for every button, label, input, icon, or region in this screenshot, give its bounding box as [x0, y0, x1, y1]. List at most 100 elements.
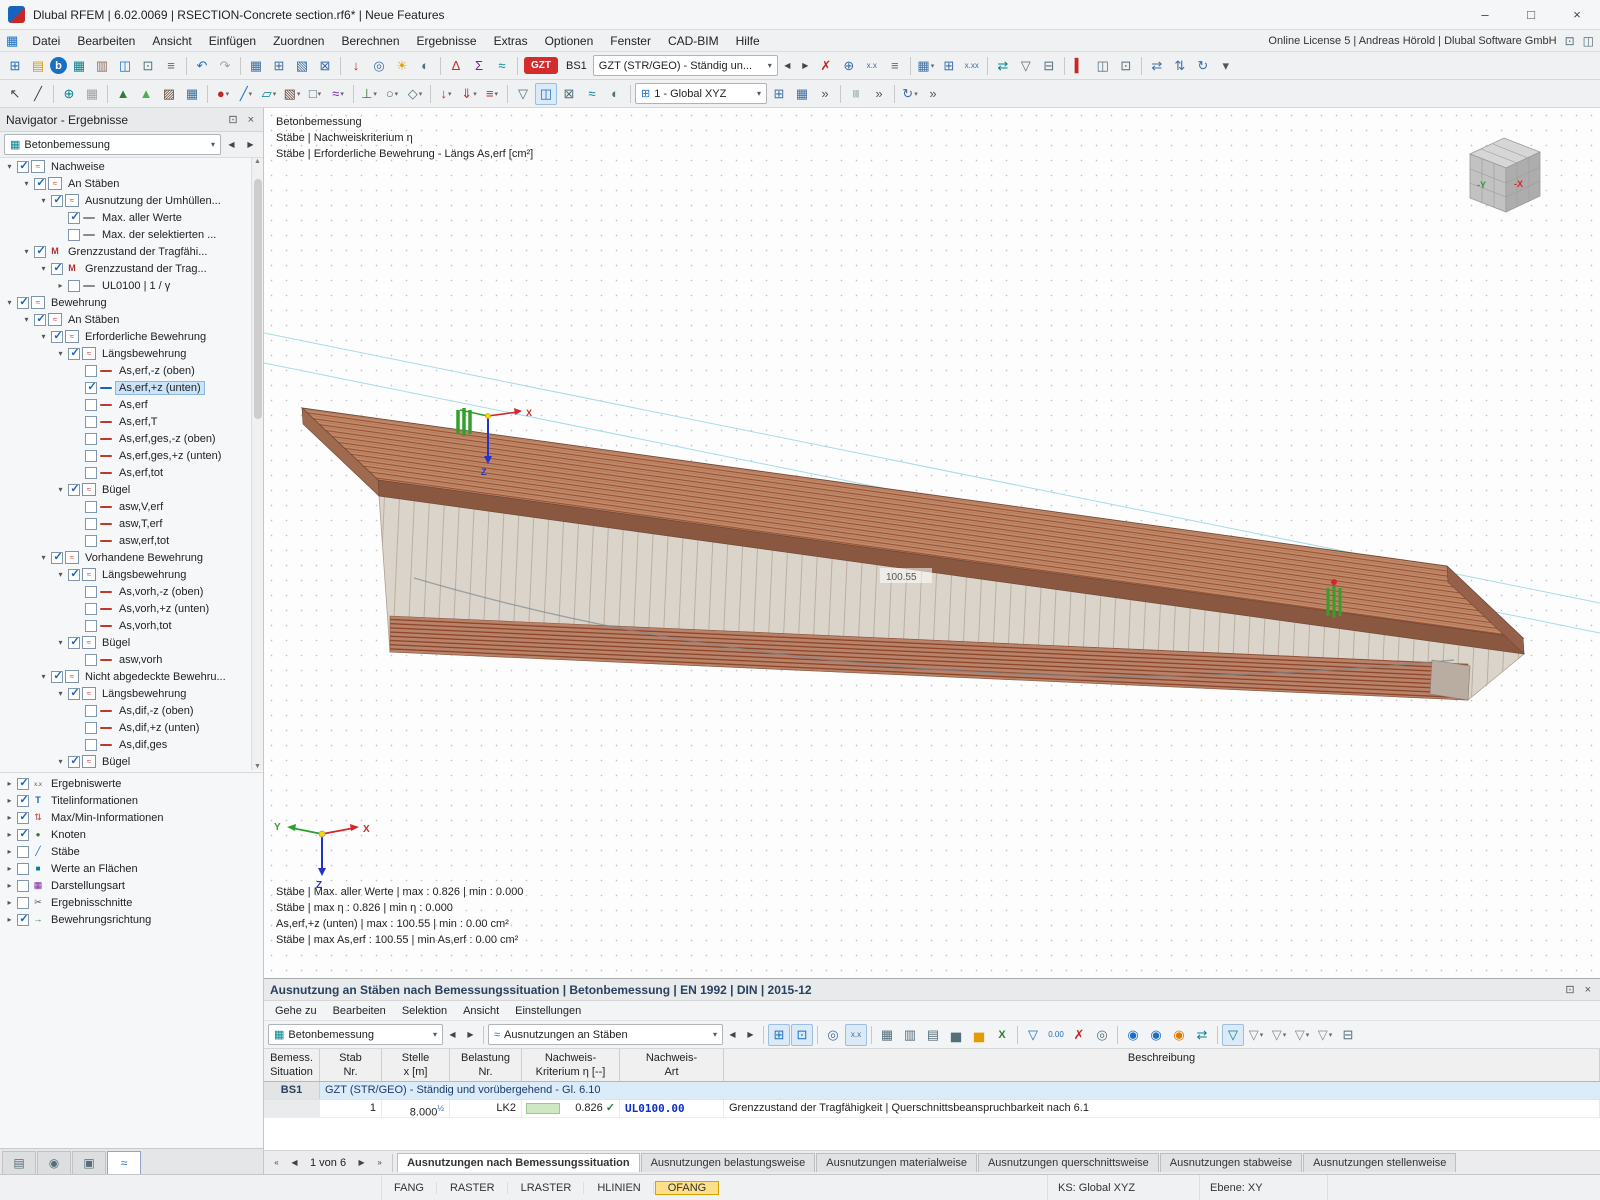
- tree-item-label[interactable]: As,dif,+z (unten): [115, 721, 203, 735]
- result-decimals-icon[interactable]: x.xx: [961, 55, 983, 77]
- panel-toggle-icon[interactable]: ⊞: [938, 55, 960, 77]
- open-model-icon[interactable]: ▤: [27, 55, 49, 77]
- checkbox[interactable]: [68, 688, 80, 700]
- checkbox[interactable]: [85, 365, 97, 377]
- menu-item[interactable]: Hilfe: [728, 32, 768, 50]
- expander-icon[interactable]: ▾: [38, 264, 49, 273]
- table-column-header[interactable]: Bemess. Situation: [264, 1049, 320, 1081]
- tree-item-label[interactable]: UL0100 | 1 / γ: [98, 279, 174, 293]
- result-category-combo[interactable]: ▦ Betonbemessung ▾: [4, 134, 221, 155]
- tables-icon[interactable]: ▦: [245, 55, 267, 77]
- dlubal-online-icon[interactable]: b: [50, 57, 67, 74]
- checkbox[interactable]: [51, 552, 63, 564]
- new-model-icon[interactable]: ⊞: [4, 55, 26, 77]
- line-load-icon[interactable]: ⇓: [458, 83, 480, 105]
- app-menu-icon[interactable]: ▦: [6, 33, 18, 49]
- more-options-icon[interactable]: ▾: [1215, 55, 1237, 77]
- tree-item-label[interactable]: As,vorh,tot: [115, 619, 176, 633]
- checkbox[interactable]: [17, 863, 29, 875]
- undo-icon[interactable]: ↶: [191, 55, 213, 77]
- section-box-icon[interactable]: ⊠: [558, 83, 580, 105]
- concrete-model[interactable]: [302, 408, 1524, 700]
- tree-item-nicht-abgedeckte-bewehrung[interactable]: ▾ Nicht abgedeckte Bewehru...: [0, 668, 263, 685]
- previous-page-button[interactable]: ◀: [286, 1154, 303, 1172]
- result-digits-icon[interactable]: x.x: [845, 1024, 867, 1046]
- edit-mode-icon[interactable]: ╱: [27, 83, 49, 105]
- views-navigator-tab[interactable]: ▣: [72, 1151, 106, 1174]
- checkbox[interactable]: [68, 569, 80, 581]
- tree-item-label[interactable]: As,erf,-z (oben): [115, 364, 199, 378]
- checkbox[interactable]: [85, 518, 97, 530]
- menu-item[interactable]: Fenster: [602, 32, 659, 50]
- first-page-button[interactable]: «: [268, 1154, 285, 1172]
- location-cell[interactable]: 8.000½: [382, 1100, 450, 1117]
- shadow-mode-icon[interactable]: ◐: [604, 83, 626, 105]
- tree-item-label[interactable]: Stäbe: [47, 845, 84, 859]
- coordinate-system-icon[interactable]: ▦: [791, 83, 813, 105]
- filter-rows-icon[interactable]: ▽: [1022, 1024, 1044, 1046]
- tree-item-ergebniswerte[interactable]: ▸ Ergebniswerte: [0, 775, 263, 792]
- expander-icon[interactable]: ▸: [4, 847, 15, 856]
- tree-item-label[interactable]: Nicht abgedeckte Bewehru...: [81, 670, 230, 684]
- tree-item-ausnutzung-der-umhuellenden[interactable]: ▾ Ausnutzung der Umhüllen...: [0, 192, 263, 209]
- member-number-cell[interactable]: 1: [320, 1100, 382, 1117]
- project-navigator-icon[interactable]: ▦: [68, 55, 90, 77]
- checkbox[interactable]: [68, 484, 80, 496]
- print-icon[interactable]: ⊡: [137, 55, 159, 77]
- new-surface-icon[interactable]: ▱: [258, 83, 280, 105]
- checkbox[interactable]: [85, 739, 97, 751]
- checkbox[interactable]: [51, 671, 63, 683]
- table-column-header[interactable]: Stelle x [m]: [382, 1049, 450, 1081]
- checkbox[interactable]: [85, 433, 97, 445]
- window-layout-icon[interactable]: ⊡: [1115, 55, 1137, 77]
- grid-icon[interactable]: ▦: [81, 83, 103, 105]
- tree-item-label[interactable]: Bewehrungsrichtung: [47, 913, 155, 927]
- table-manager-icon[interactable]: ▧: [291, 55, 313, 77]
- table-tab[interactable]: Ausnutzungen querschnittsweise: [978, 1153, 1159, 1172]
- rotate-view-icon[interactable]: ↻: [899, 83, 921, 105]
- expander-icon[interactable]: ▾: [38, 553, 49, 562]
- tree-item-as-erf-t[interactable]: As,erf,T: [0, 413, 263, 430]
- checkbox[interactable]: [85, 722, 97, 734]
- tree-item-as-vorh-minus-z[interactable]: As,vorh,-z (oben): [0, 583, 263, 600]
- expander-icon[interactable]: ▾: [4, 162, 15, 171]
- info-icon-1[interactable]: ◉: [1122, 1024, 1144, 1046]
- chart-view-icon[interactable]: ▅: [945, 1024, 967, 1046]
- checkbox[interactable]: [85, 535, 97, 547]
- expander-icon[interactable]: ▾: [38, 196, 49, 205]
- expander-icon[interactable]: ▾: [55, 349, 66, 358]
- tree-item-label[interactable]: Werte an Flächen: [47, 862, 142, 876]
- tree-item-as-dif-ges[interactable]: As,dif,ges: [0, 736, 263, 753]
- tree-item-max-min-informationen[interactable]: ▸ Max/Min-Informationen: [0, 809, 263, 826]
- expander-icon[interactable]: ▸: [4, 864, 15, 873]
- format-brush-icon[interactable]: ▍: [1069, 55, 1091, 77]
- refresh-view-icon[interactable]: ↻: [1192, 55, 1214, 77]
- terrain-icon[interactable]: ▨: [158, 83, 180, 105]
- calculate-all-icon[interactable]: Σ: [468, 55, 490, 77]
- tree-item-label[interactable]: Bügel: [98, 483, 134, 497]
- tree-item-label[interactable]: Titelinformationen: [47, 794, 142, 808]
- coordinate-system-combo[interactable]: ⊞ 1 - Global XYZ ▾: [635, 83, 767, 104]
- menu-item[interactable]: Datei: [24, 32, 68, 50]
- tree-item-label[interactable]: Grenzzustand der Tragfähi...: [64, 245, 211, 259]
- table-tab[interactable]: Ausnutzungen belastungsweise: [641, 1153, 816, 1172]
- tree-item-label[interactable]: Bügel: [98, 755, 134, 769]
- checkbox[interactable]: [85, 467, 97, 479]
- snap-icon[interactable]: ⊕: [58, 83, 80, 105]
- table-column-header[interactable]: Beschreibung: [724, 1049, 1600, 1081]
- redo-icon[interactable]: ↷: [214, 55, 236, 77]
- tree-item-buegel-1[interactable]: ▾ Bügel: [0, 481, 263, 498]
- regenerate-icon[interactable]: ⇄: [992, 55, 1014, 77]
- checkbox[interactable]: [85, 501, 97, 513]
- table-view-icon-1[interactable]: ▦: [876, 1024, 898, 1046]
- visual-objects-icon[interactable]: |||: [845, 83, 867, 105]
- expander-icon[interactable]: ▸: [4, 779, 15, 788]
- tree-item-label[interactable]: As,erf,T: [115, 415, 162, 429]
- deactivate-results-icon[interactable]: ✗: [815, 55, 837, 77]
- expander-icon[interactable]: ▸: [4, 881, 15, 890]
- checkbox[interactable]: [17, 795, 29, 807]
- tree-item-label[interactable]: Bewehrung: [47, 296, 111, 310]
- arrange-vertical-icon[interactable]: ⇅: [1169, 55, 1191, 77]
- checkbox[interactable]: [17, 297, 29, 309]
- checkbox[interactable]: [68, 212, 80, 224]
